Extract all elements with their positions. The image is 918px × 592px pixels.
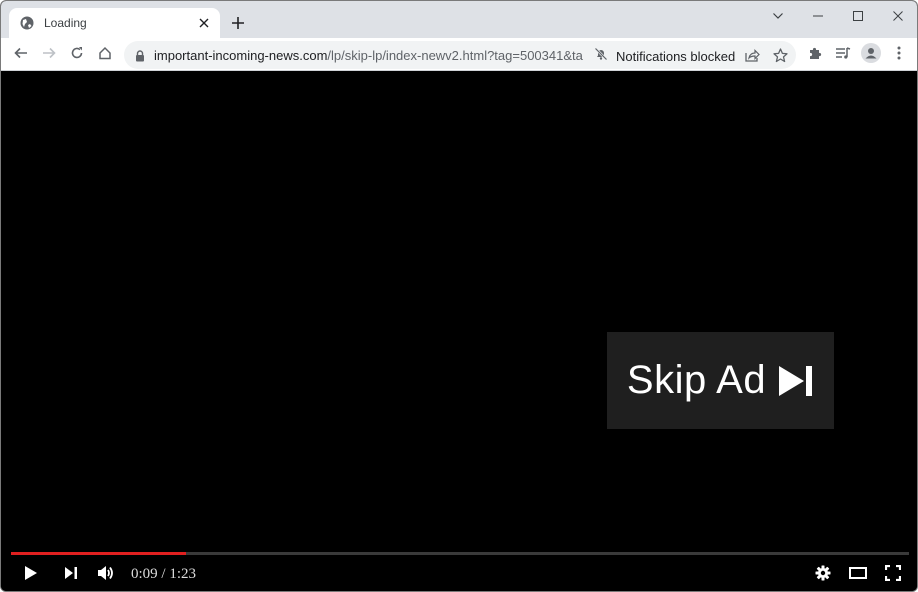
tab-strip: Loading [1, 1, 917, 38]
skip-next-icon [64, 566, 78, 584]
lock-icon[interactable] [135, 49, 147, 62]
home-button[interactable] [93, 43, 117, 67]
maximize-button[interactable] [838, 5, 878, 27]
skip-ad-button[interactable]: Skip Ad [607, 332, 834, 429]
time-display: 0:09 / 1:23 [131, 566, 197, 582]
browser-window: Loading important-incoming-news.com/lp/s… [0, 0, 918, 592]
reload-icon [70, 46, 84, 65]
globe-icon [19, 15, 35, 31]
menu-button[interactable] [887, 43, 911, 67]
share-icon[interactable] [740, 43, 764, 67]
kebab-menu-icon [897, 46, 901, 65]
video-progress-bar[interactable] [11, 552, 909, 555]
star-icon[interactable] [768, 43, 792, 67]
address-bar[interactable]: important-incoming-news.com/lp/skip-lp/i… [124, 41, 796, 69]
extensions-button[interactable] [803, 43, 827, 67]
play-button[interactable] [19, 563, 43, 587]
bell-off-icon [594, 47, 608, 66]
media-queue-icon [835, 46, 851, 65]
fullscreen-icon [884, 564, 902, 586]
notifications-blocked-label: Notifications blocked [616, 49, 736, 64]
url-path: /lp/skip-lp/index-newv2.html?tag=500341&… [327, 48, 584, 63]
settings-button[interactable] [811, 563, 835, 587]
home-icon [98, 46, 112, 65]
skip-next-icon [778, 365, 814, 397]
url-text[interactable]: important-incoming-news.com/lp/skip-lp/i… [154, 48, 584, 63]
theater-mode-button[interactable] [846, 563, 870, 587]
reload-button[interactable] [65, 43, 89, 67]
browser-tab[interactable]: Loading [9, 8, 220, 38]
profile-icon [861, 42, 881, 68]
play-icon [24, 565, 38, 586]
skip-ad-label: Skip Ad [626, 358, 767, 402]
close-window-button[interactable] [878, 5, 917, 27]
fullscreen-button[interactable] [881, 563, 905, 587]
new-tab-button[interactable] [228, 13, 248, 33]
volume-icon [97, 565, 115, 586]
tab-search-button[interactable] [758, 5, 798, 27]
arrow-left-icon [14, 46, 28, 64]
minimize-button[interactable] [798, 5, 838, 27]
notifications-blocked-chip[interactable]: Notifications blocked [594, 47, 735, 66]
page-content: Skip Ad 0:09 / 1:23 [1, 72, 917, 591]
next-button[interactable] [59, 563, 83, 587]
forward-button[interactable] [37, 43, 61, 67]
profile-button[interactable] [859, 42, 883, 68]
close-tab-icon[interactable] [196, 15, 212, 31]
toolbar: important-incoming-news.com/lp/skip-lp/i… [1, 38, 917, 71]
volume-button[interactable] [94, 563, 118, 587]
theater-mode-icon [849, 566, 867, 584]
tab-title: Loading [44, 16, 87, 30]
back-button[interactable] [9, 43, 33, 67]
video-progress-fill [11, 552, 187, 555]
media-control-button[interactable] [831, 43, 855, 67]
url-host: important-incoming-news.com [154, 48, 328, 63]
video-controls: 0:09 / 1:23 [1, 559, 917, 589]
gear-icon [815, 565, 831, 586]
arrow-right-icon [42, 46, 56, 64]
puzzle-icon [808, 46, 822, 65]
